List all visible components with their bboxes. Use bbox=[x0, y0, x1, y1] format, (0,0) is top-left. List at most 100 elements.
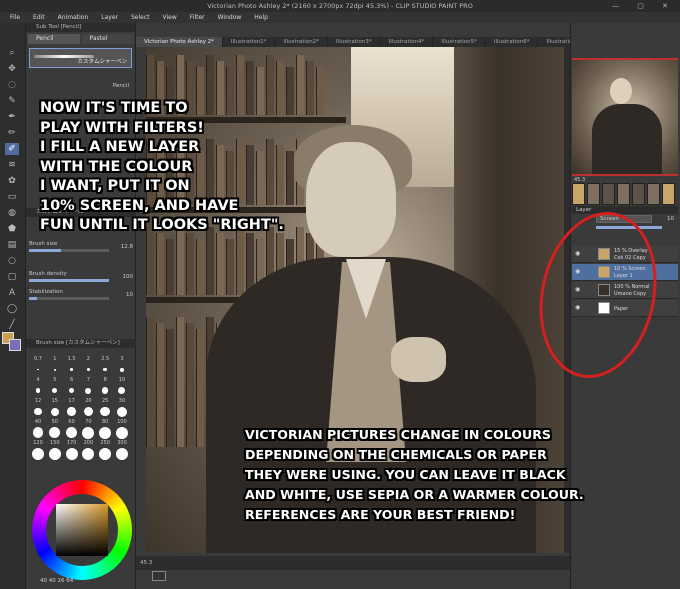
brush-size-preset[interactable] bbox=[115, 367, 129, 372]
brush-size-slider-fill[interactable] bbox=[29, 249, 61, 252]
brush-size-preset[interactable] bbox=[115, 447, 129, 460]
brush-size-preset[interactable] bbox=[48, 388, 62, 393]
pencil-icon[interactable]: ✏ bbox=[5, 127, 19, 139]
brush-size-label: 15 bbox=[51, 398, 58, 404]
menu-filter[interactable]: Filter bbox=[190, 12, 205, 23]
thumbnail[interactable] bbox=[662, 183, 675, 205]
brush-size-preset[interactable] bbox=[115, 406, 129, 417]
gradient-icon[interactable]: ▤ bbox=[5, 239, 19, 251]
brush-size-preset[interactable] bbox=[115, 387, 129, 394]
eraser-icon[interactable]: ▭ bbox=[5, 191, 19, 203]
sub-color-swatch[interactable] bbox=[9, 339, 21, 351]
brush-size-preset[interactable] bbox=[65, 387, 79, 394]
brush-size-preset[interactable] bbox=[65, 368, 79, 371]
zoom-level[interactable]: 45.3 bbox=[140, 560, 152, 566]
menu-edit[interactable]: Edit bbox=[33, 12, 45, 23]
menu-animation[interactable]: Animation bbox=[58, 12, 89, 23]
brush-size-dot bbox=[49, 427, 61, 438]
menu-help[interactable]: Help bbox=[254, 12, 268, 23]
brush-item-selected[interactable]: カスタムシャーペン bbox=[29, 48, 132, 68]
annotation-line: 10% screen, and have bbox=[40, 197, 239, 214]
doc-tab-6[interactable]: Illustration6* bbox=[486, 37, 539, 47]
brush-size-preset[interactable] bbox=[31, 368, 45, 371]
blend-icon[interactable]: ◍ bbox=[5, 207, 19, 219]
brush-size-preset[interactable] bbox=[31, 388, 45, 393]
brush-size-preset[interactable] bbox=[81, 387, 95, 394]
canvas-fit-button[interactable] bbox=[152, 571, 166, 581]
pen-icon[interactable]: ✒ bbox=[5, 111, 19, 123]
menu-view[interactable]: View bbox=[163, 12, 177, 23]
tab-pastel[interactable]: Pastel bbox=[81, 34, 133, 44]
menu-file[interactable]: File bbox=[10, 12, 20, 23]
brush-size-preset[interactable] bbox=[98, 367, 112, 372]
move-icon[interactable]: ✥ bbox=[5, 63, 19, 75]
lasso-icon[interactable]: ◌ bbox=[5, 79, 19, 91]
window-controls[interactable]: — ▢ ✕ bbox=[612, 0, 676, 12]
menu-select[interactable]: Select bbox=[131, 12, 150, 23]
figure-icon[interactable]: ○ bbox=[5, 255, 19, 267]
brush-size-preset[interactable] bbox=[31, 427, 45, 438]
tab-pencil[interactable]: Pencil bbox=[28, 34, 80, 44]
brush-size-dot bbox=[50, 407, 59, 416]
color-saturation-square[interactable] bbox=[56, 504, 108, 556]
book bbox=[156, 323, 164, 447]
navigator-preview[interactable] bbox=[572, 58, 678, 176]
text-icon[interactable]: A bbox=[5, 287, 19, 299]
doc-tab-5[interactable]: Illustration5* bbox=[433, 37, 486, 47]
prop-brush-size[interactable]: Brush size 12.8 bbox=[29, 241, 133, 253]
brush-size-preset[interactable] bbox=[98, 447, 112, 460]
prop-brush-size-value[interactable]: 12.8 bbox=[121, 244, 133, 250]
ruler-icon[interactable]: ╱ bbox=[5, 319, 19, 331]
thumbnail[interactable] bbox=[617, 183, 630, 205]
doc-tab-2[interactable]: Illustration2* bbox=[275, 37, 329, 47]
prop-stabilization[interactable]: Stabilization 10 bbox=[29, 289, 133, 301]
thumbnail[interactable] bbox=[602, 183, 615, 205]
menu-window[interactable]: Window bbox=[218, 12, 242, 23]
brush-size-preset[interactable] bbox=[31, 447, 45, 460]
doc-tab-4[interactable]: Illustration4* bbox=[381, 37, 434, 47]
brush-size-preset[interactable] bbox=[81, 407, 95, 416]
stabilization-slider-fill[interactable] bbox=[29, 297, 37, 300]
thumbnail[interactable] bbox=[572, 183, 585, 205]
prop-stabilization-value[interactable]: 10 bbox=[126, 292, 133, 298]
menu-layer[interactable]: Layer bbox=[101, 12, 118, 23]
brush-size-preset[interactable] bbox=[48, 407, 62, 416]
brush-size-preset[interactable] bbox=[81, 426, 95, 439]
brush-size-preset[interactable] bbox=[98, 406, 112, 417]
color-wheel[interactable] bbox=[32, 480, 132, 580]
doc-tab-0[interactable]: Victorian Photo Ashley 2* bbox=[136, 37, 223, 47]
brush-size-preset[interactable] bbox=[98, 426, 112, 439]
eyedropper-icon[interactable]: ✎ bbox=[5, 95, 19, 107]
annotation-text-top: Now it's time to play with filters! I fi… bbox=[40, 99, 320, 236]
layer-opacity-value[interactable]: 10 bbox=[667, 214, 674, 224]
brush-size-dot bbox=[83, 407, 93, 416]
brush-size-preset[interactable] bbox=[81, 368, 95, 371]
brush-size-preset[interactable] bbox=[65, 407, 79, 416]
brush-size-preset[interactable] bbox=[48, 427, 62, 438]
frame-icon[interactable]: ▢ bbox=[5, 271, 19, 283]
doc-tab-1[interactable]: Illustration1* bbox=[223, 37, 276, 47]
thumbnail[interactable] bbox=[587, 183, 600, 205]
brush-size-preset[interactable] bbox=[81, 447, 95, 460]
brush-size-preset[interactable] bbox=[65, 447, 79, 460]
annotation-text-bottom: Victorian pictures change in colours dep… bbox=[245, 425, 665, 525]
brush-size-preset[interactable] bbox=[98, 387, 112, 394]
brush-size-preset[interactable] bbox=[48, 447, 62, 460]
brush-icon[interactable]: ✐ bbox=[5, 143, 19, 155]
brush-density-slider-fill[interactable] bbox=[29, 279, 109, 282]
thumbnail[interactable] bbox=[647, 183, 660, 205]
brush-size-preset[interactable] bbox=[31, 407, 45, 416]
decoration-icon[interactable]: ✿ bbox=[5, 175, 19, 187]
doc-tab-3[interactable]: Illustration3* bbox=[328, 37, 381, 47]
balloon-icon[interactable]: ◯ bbox=[5, 303, 19, 315]
zoom-icon[interactable]: ⌕ bbox=[5, 47, 19, 59]
airbrush-icon[interactable]: ≋ bbox=[5, 159, 19, 171]
prop-brush-density[interactable]: Brush density 100 bbox=[29, 271, 133, 283]
brush-size-preset[interactable] bbox=[65, 426, 79, 439]
brush-size-preset[interactable] bbox=[115, 426, 129, 439]
brush-size-preset[interactable] bbox=[48, 368, 62, 371]
thumbnail[interactable] bbox=[632, 183, 645, 205]
book bbox=[176, 317, 184, 447]
fill-icon[interactable]: ⬟ bbox=[5, 223, 19, 235]
prop-brush-density-value[interactable]: 100 bbox=[123, 274, 134, 280]
